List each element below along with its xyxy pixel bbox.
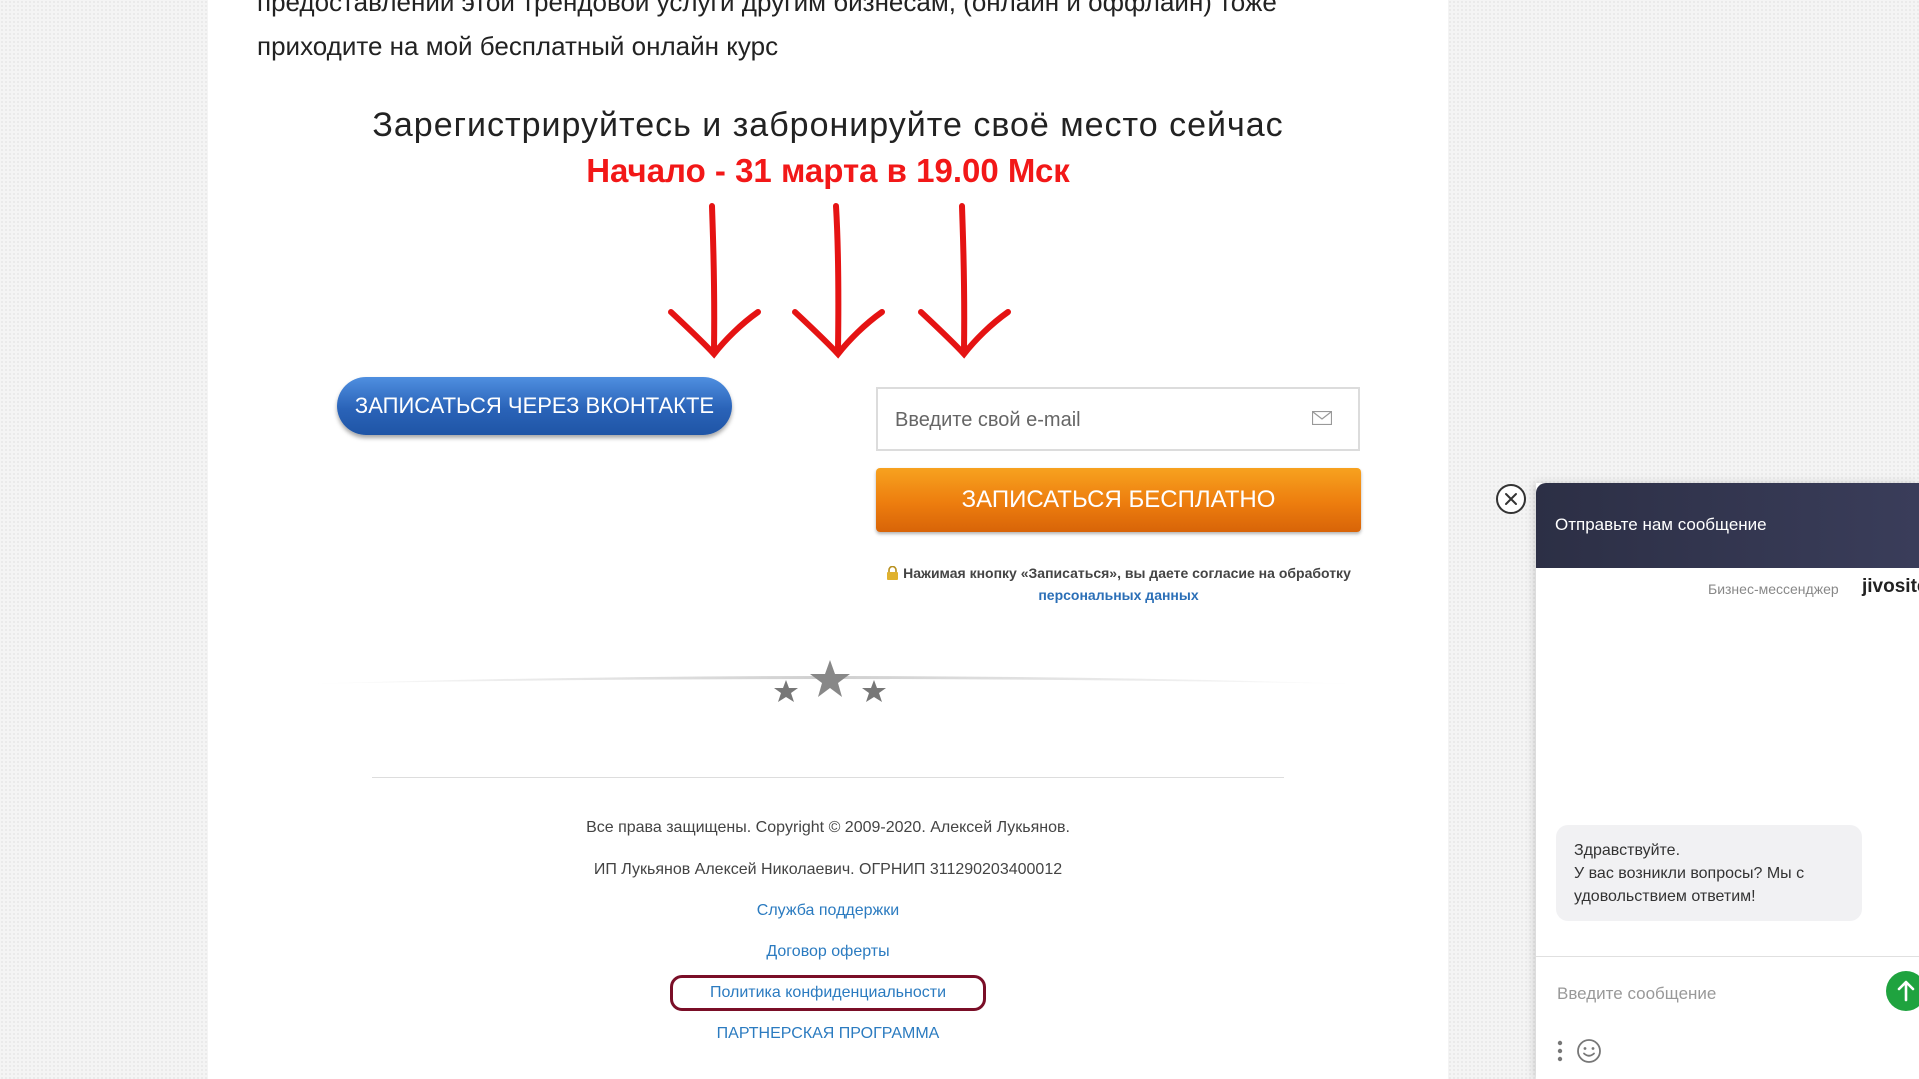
greeting-line-2: У вас возникли вопросы? Мы с xyxy=(1574,865,1805,882)
email-input[interactable] xyxy=(878,389,1317,451)
intro-line-2: приходите на мой бесплатный онлайн курс xyxy=(257,31,779,61)
intro-line-1: предоставлении этой трендовой услуги дру… xyxy=(257,0,1277,17)
copyright-text: Все права защищены. Copyright © 2009-202… xyxy=(586,819,1070,836)
stars-divider-icon xyxy=(300,660,1360,702)
personal-data-link[interactable]: персональных данных xyxy=(1038,587,1198,603)
down-arrow-icon xyxy=(668,203,761,359)
chat-greeting-message: Здравствуйте. У вас возникли вопросы? Мы… xyxy=(1556,825,1862,921)
chat-close-button[interactable] xyxy=(1496,484,1526,514)
chat-header-title: Отправьте нам сообщение xyxy=(1555,515,1767,534)
chat-input-divider xyxy=(1536,956,1919,957)
consent-note: Нажимая кнопку «Записаться», вы даете со… xyxy=(876,562,1361,606)
lock-icon xyxy=(887,566,899,580)
chat-message-input[interactable] xyxy=(1555,978,1859,1010)
email-field-wrapper xyxy=(876,387,1360,451)
greeting-line-1: Здравствуйте. xyxy=(1574,842,1681,859)
legal-text: ИП Лукьянов Алексей Николаевич. ОГРНИП 3… xyxy=(593,861,1063,878)
down-arrow-icon xyxy=(792,203,885,359)
chat-widget: Отправьте нам сообщение Бизнес-мессендже… xyxy=(1536,483,1919,1079)
support-link[interactable]: Служба поддержки xyxy=(757,902,899,919)
chat-send-button[interactable] xyxy=(1886,971,1919,1011)
footer-divider xyxy=(372,777,1284,778)
consent-text: Нажимая кнопку «Записаться», вы даете со… xyxy=(903,565,1351,581)
mail-icon xyxy=(1312,411,1332,425)
emoji-icon[interactable] xyxy=(1576,1038,1602,1064)
start-date-text: Начало - 31 марта в 19.00 Мск xyxy=(586,152,1070,189)
offer-agreement-link[interactable]: Договор оферты xyxy=(766,943,889,960)
menu-dots-icon[interactable] xyxy=(1556,1038,1564,1064)
privacy-policy-link[interactable]: Политика конфиденциальности xyxy=(710,984,946,1001)
vk-signup-button[interactable]: ЗАПИСАТЬСЯ ЧЕРЕЗ ВКОНТАКТЕ xyxy=(337,377,732,435)
jivosite-logo[interactable]: jivosite xyxy=(1862,576,1919,598)
vk-signup-label: ЗАПИСАТЬСЯ ЧЕРЕЗ ВКОНТАКТЕ xyxy=(354,393,715,418)
registration-headline: Зарегистрируйтесь и забронируйте своё ме… xyxy=(372,106,1284,144)
partner-program-link[interactable]: ПАРТНЕРСКАЯ ПРОГРАММА xyxy=(717,1025,940,1042)
close-icon xyxy=(1505,493,1517,505)
intro-text: предоставлении этой трендовой услуги дру… xyxy=(257,0,1357,68)
chat-header: Отправьте нам сообщение xyxy=(1536,483,1919,568)
greeting-line-3: удовольствием ответим! xyxy=(1574,888,1756,905)
chat-brand-label: Бизнес-мессенджер xyxy=(1708,581,1839,597)
send-arrow-icon xyxy=(1897,980,1915,1002)
signup-free-button[interactable]: ЗАПИСАТЬСЯ БЕСПЛАТНО xyxy=(876,468,1361,532)
signup-free-label: ЗАПИСАТЬСЯ БЕСПЛАТНО xyxy=(961,486,1276,513)
down-arrow-icon xyxy=(918,203,1011,359)
